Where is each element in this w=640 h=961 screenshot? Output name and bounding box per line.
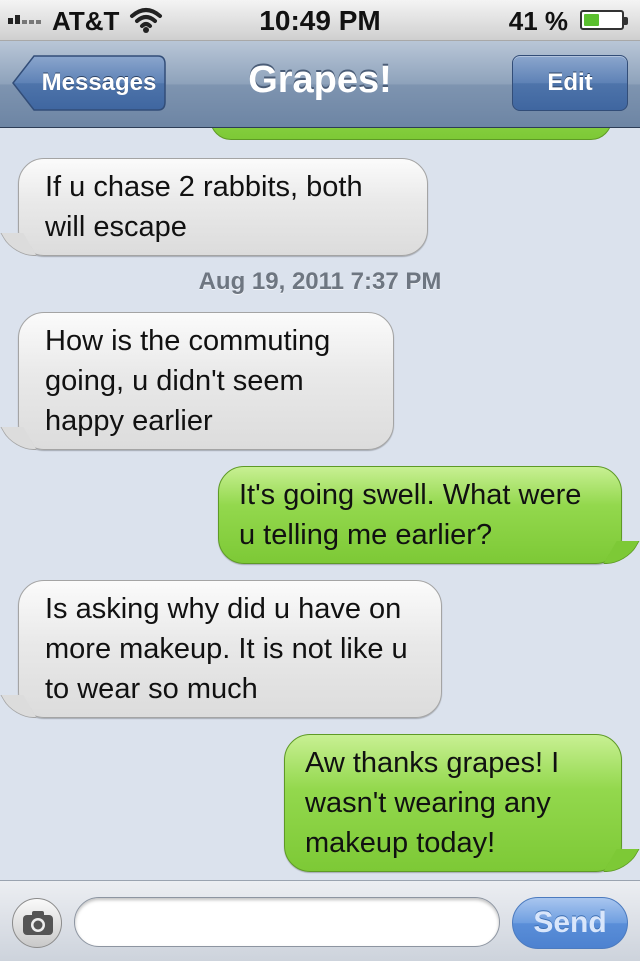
camera-icon [23,911,53,935]
received-message[interactable]: Is asking why did u have on more makeup.… [18,580,442,718]
status-bar: AT&T 10:49 PM 41 % [0,0,640,41]
sent-message[interactable]: Aw thanks grapes! I wasn't wearing any m… [284,734,622,872]
message-text: It's going swell. What were u telling me… [239,479,582,551]
send-button[interactable]: Send [512,897,628,949]
sent-message[interactable]: It's going swell. What were u telling me… [218,466,622,564]
partial-sent-bubble [210,128,612,140]
camera-button[interactable] [12,898,62,948]
message-text: If u chase 2 rabbits, both will escape [45,171,363,243]
message-text: How is the commuting going, u didn't see… [45,325,331,437]
compose-bar: Send [0,880,640,961]
battery-level-fill [584,14,599,26]
message-input[interactable] [74,897,500,947]
navigation-bar: Messages Grapes! Edit [0,41,640,128]
conversation-thread[interactable]: If u chase 2 rabbits, both will escape A… [0,128,640,880]
message-text: Aw thanks grapes! I wasn't wearing any m… [305,747,560,859]
battery-icon [580,10,628,30]
battery-percentage: 41 % [508,6,568,36]
received-message[interactable]: If u chase 2 rabbits, both will escape [18,158,428,256]
message-text: Is asking why did u have on more makeup.… [45,593,408,705]
message-timestamp: Aug 19, 2011 7:37 PM [198,268,442,295]
edit-button[interactable]: Edit [512,55,628,111]
received-message[interactable]: How is the commuting going, u didn't see… [18,312,394,450]
